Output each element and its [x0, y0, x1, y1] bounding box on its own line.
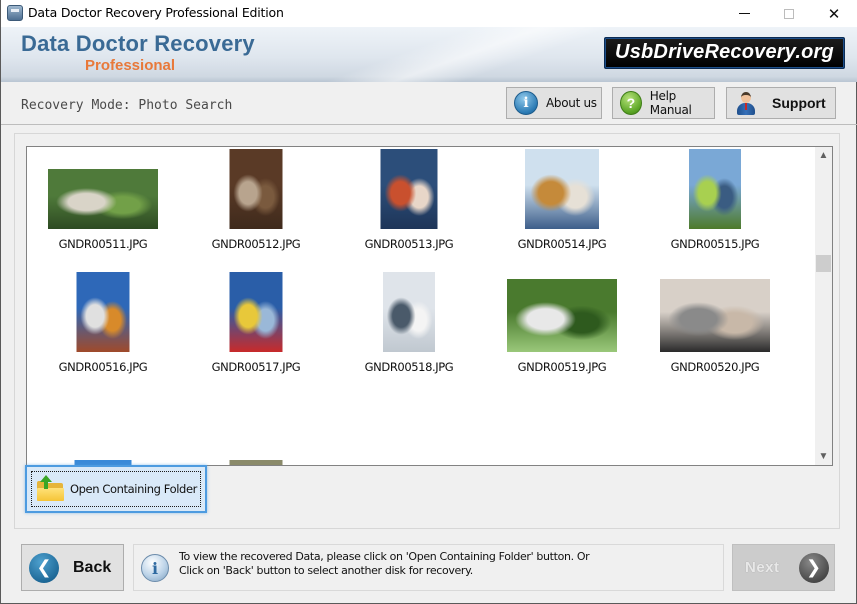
photo-thumbnail[interactable]: [660, 279, 770, 352]
chevron-right-icon: ❯: [798, 552, 829, 583]
photo-thumbnail[interactable]: [380, 149, 438, 229]
brand-title: Data Doctor Recovery: [21, 31, 255, 56]
app-window: Data Doctor Recovery Professional Editio…: [0, 0, 857, 604]
help-manual-button[interactable]: ? Help Manual: [612, 87, 715, 119]
gallery-item[interactable]: GNDR00519.JPG: [486, 272, 638, 382]
back-label: Back: [73, 558, 112, 576]
recovery-mode-label: Recovery Mode: Photo Search: [21, 98, 233, 113]
support-button[interactable]: Support: [726, 87, 836, 119]
chevron-left-icon: ❮: [29, 552, 59, 583]
info-message: To view the recovered Data, please click…: [179, 550, 590, 578]
photo-thumbnail[interactable]: [48, 169, 158, 229]
info-icon: i: [514, 91, 538, 115]
photo-filename: GNDR00512.JPG: [211, 237, 301, 251]
site-badge: UsbDriveRecovery.org: [604, 37, 845, 69]
photo-thumbnail[interactable]: [689, 149, 741, 229]
maximize-button[interactable]: [766, 0, 812, 27]
gallery-item[interactable]: GNDR00516.JPG: [27, 272, 179, 382]
title-bar: Data Doctor Recovery Professional Editio…: [1, 0, 857, 27]
photo-thumbnail[interactable]: [525, 149, 599, 229]
divider: [1, 124, 857, 125]
info-message-box: i To view the recovered Data, please cli…: [133, 544, 724, 591]
photo-thumbnail[interactable]: [507, 279, 617, 352]
photo-filename: GNDR00515.JPG: [670, 237, 760, 251]
open-containing-folder-button[interactable]: Open Containing Folder: [25, 465, 207, 513]
gallery-item[interactable]: [486, 395, 638, 466]
photo-thumbnail[interactable]: [76, 272, 130, 352]
gallery-item[interactable]: GNDR00518.JPG: [333, 272, 485, 382]
gallery-item[interactable]: GNDR00511.JPG: [27, 149, 179, 259]
about-us-button[interactable]: i About us: [506, 87, 602, 119]
gallery-item[interactable]: GNDR00517.JPG: [180, 272, 332, 382]
gallery-item[interactable]: [180, 395, 332, 465]
close-icon: ✕: [827, 5, 841, 23]
photo-filename: GNDR00516.JPG: [58, 360, 148, 374]
photo-filename: GNDR00517.JPG: [211, 360, 301, 374]
folder-open-icon: [37, 475, 65, 501]
photo-thumbnail[interactable]: [229, 272, 283, 352]
header-banner: Data Doctor Recovery Professional UsbDri…: [1, 27, 857, 82]
site-badge-text: UsbDriveRecovery.org: [615, 41, 834, 63]
gallery-item[interactable]: GNDR00514.JPG: [486, 149, 638, 259]
scroll-up-arrow-icon[interactable]: ▲: [815, 147, 832, 164]
photo-filename: GNDR00514.JPG: [517, 237, 607, 251]
gallery-item[interactable]: GNDR00512.JPG: [180, 149, 332, 259]
photo-gallery[interactable]: GNDR00511.JPG GNDR00512.JPG GNDR00513.JPG G…: [26, 146, 833, 466]
photo-thumbnail[interactable]: [383, 272, 435, 352]
help-manual-label: Help Manual: [649, 89, 692, 117]
gallery-item[interactable]: [639, 395, 791, 465]
gallery-item[interactable]: GNDR00520.JPG: [639, 272, 791, 382]
about-us-label: About us: [546, 96, 597, 110]
brand-subtitle: Professional: [85, 57, 176, 74]
photo-filename: GNDR00513.JPG: [364, 237, 454, 251]
photo-thumbnail[interactable]: [229, 460, 283, 465]
gallery-item[interactable]: GNDR00515.JPG: [639, 149, 791, 259]
photo-filename: GNDR00518.JPG: [364, 360, 454, 374]
support-label: Support: [772, 95, 826, 111]
gallery-item[interactable]: GNDR00513.JPG: [333, 149, 485, 259]
photo-filename: GNDR00511.JPG: [58, 237, 148, 251]
vertical-scrollbar[interactable]: ▲ ▼: [815, 147, 832, 465]
app-icon: [7, 5, 23, 21]
maximize-icon: [784, 8, 794, 19]
photo-thumbnail[interactable]: [507, 465, 617, 466]
back-button[interactable]: ❮ Back: [21, 544, 124, 591]
photo-filename: GNDR00520.JPG: [670, 360, 760, 374]
gallery-item[interactable]: [27, 395, 179, 465]
scroll-down-arrow-icon[interactable]: ▼: [815, 448, 832, 465]
minimize-button[interactable]: [721, 0, 767, 27]
photo-filename: GNDR00519.JPG: [517, 360, 607, 374]
gallery-item[interactable]: [333, 395, 485, 465]
open-folder-label: Open Containing Folder: [70, 482, 197, 496]
minimize-icon: [738, 13, 750, 14]
scroll-thumb[interactable]: [816, 255, 831, 272]
info-line-1: To view the recovered Data, please click…: [179, 550, 590, 563]
info-icon: i: [141, 554, 169, 582]
person-icon: [736, 91, 756, 115]
next-label: Next: [745, 559, 780, 576]
info-line-2: Click on 'Back' button to select another…: [179, 564, 473, 577]
photo-thumbnail[interactable]: [229, 149, 283, 229]
next-button: Next ❯: [732, 544, 835, 591]
question-icon: ?: [620, 91, 642, 115]
window-title: Data Doctor Recovery Professional Editio…: [28, 5, 284, 20]
close-button[interactable]: ✕: [811, 0, 857, 27]
